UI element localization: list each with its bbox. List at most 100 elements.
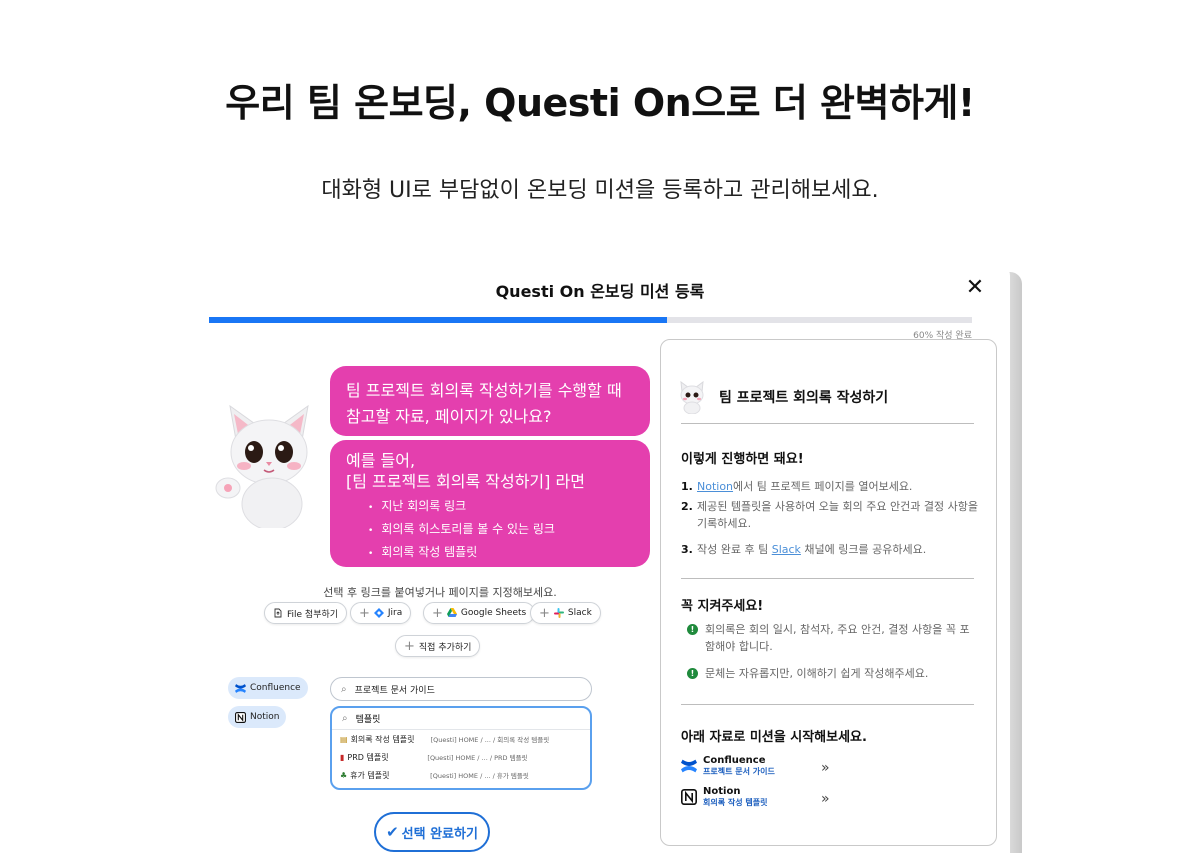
search-result-row[interactable]: ▤ 회의록 작성 템플릿 [Questi] HOME / ... / 회의록 작…: [332, 730, 590, 748]
add-jira-button[interactable]: + Jira: [350, 602, 412, 624]
close-icon[interactable]: ✕: [962, 276, 988, 302]
result-path: [Questi] HOME / ... / 휴가 템플릿: [430, 772, 529, 780]
step-item: 1. Notion에서 팀 프로젝트 페이지를 열어보세요.: [681, 478, 981, 495]
search-icon: ⌕: [342, 713, 348, 724]
step-number: 2.: [681, 500, 693, 513]
notion-link[interactable]: Notion: [697, 480, 733, 493]
progress-fill: [209, 317, 667, 323]
file-attach-button[interactable]: File 첨부하기: [264, 602, 348, 624]
cat-avatar-icon: [680, 380, 704, 414]
panel-title: 팀 프로젝트 회의록 작성하기: [719, 390, 889, 406]
example-item: 회의록 히스토리를 볼 수 있는 링크: [368, 519, 634, 542]
alert-icon: !: [687, 624, 698, 635]
chat-bubble-example: 예를 들어, [팀 프로젝트 회의록 작성하기] 라면 지난 회의록 링크 회의…: [330, 440, 650, 567]
book-icon: ▮: [340, 752, 345, 762]
section-title-rules: 꼭 지켜주세요!: [681, 599, 764, 614]
mission-info-panel: 팀 프로젝트 회의록 작성하기 이렇게 진행하면 돼요! 1. Notion에서…: [660, 339, 997, 846]
notion-icon: [235, 711, 246, 723]
step-text-rest: 에서 팀 프로젝트 페이지를 열어보세요.: [733, 480, 913, 493]
page-subline: 대화형 UI로 부담없이 온보딩 미션을 등록하고 관리해보세요.: [321, 178, 879, 203]
resource-sub: 프로젝트 문서 가이드: [703, 767, 775, 776]
example-item: 회의록 작성 템플릿: [368, 542, 634, 565]
rule-text: 회의록은 회의 일시, 참석자, 주요 안건, 결정 사항을 꼭 포함해야 합니…: [705, 623, 970, 653]
file-attach-label: File 첨부하기: [287, 609, 339, 620]
chat-bubble-question: 팀 프로젝트 회의록 작성하기를 수행할 때 참고할 자료, 페이지가 있나요?: [330, 366, 650, 436]
notion-tag[interactable]: Notion: [228, 706, 287, 728]
resource-text: Notion 회의록 작성 템플릿: [703, 786, 767, 808]
section-title-steps: 이렇게 진행하면 돼요!: [681, 452, 804, 467]
slack-link[interactable]: Slack: [772, 543, 801, 556]
step-number: 3.: [681, 543, 693, 556]
step-number: 1.: [681, 480, 693, 493]
google-drive-icon: [446, 608, 457, 617]
example-line-2: [팀 프로젝트 회의록 작성하기] 라면: [346, 472, 585, 491]
step-text: 제공된 템플릿을 사용하여 오늘 회의 주요 안건과 결정 사항을 기록하세요.: [697, 500, 978, 530]
alert-icon: !: [687, 668, 698, 679]
add-slack-button[interactable]: + Slack: [530, 602, 601, 624]
resource-name: Notion: [703, 786, 741, 797]
step-text-rest: 채널에 링크를 공유하세요.: [800, 543, 927, 556]
panel-header: 팀 프로젝트 회의록 작성하기: [677, 380, 888, 414]
resource-name: Confluence: [703, 755, 766, 766]
result-name: 회의록 작성 템플릿: [350, 734, 415, 744]
example-list: 지난 회의록 링크 회의록 히스토리를 볼 수 있는 링크 회의록 작성 템플릿: [346, 496, 634, 565]
divider: [681, 704, 974, 705]
confluence-icon: [235, 683, 246, 693]
palm-icon: ♣: [340, 770, 348, 780]
search-result-row[interactable]: ▮ PRD 템플릿 [Questi] HOME / ... / PRD 템플릿: [332, 748, 590, 766]
example-line-1: 예를 들어,: [346, 451, 416, 470]
rule-text: 문체는 자유롭지만, 이해하기 쉽게 작성해주세요.: [705, 667, 929, 680]
plus-icon: +: [404, 638, 415, 654]
jira-label: Jira: [387, 608, 403, 618]
step-text-pre: 작성 완료 후 팀: [697, 543, 772, 556]
select-hint: 선택 후 링크를 붙여넣거나 페이지를 지정해보세요.: [323, 586, 557, 599]
add-google-sheets-button[interactable]: + Google Sheets: [423, 602, 536, 624]
add-direct-label: 직접 추가하기: [418, 642, 472, 653]
confluence-tag[interactable]: Confluence: [228, 677, 308, 699]
plus-icon: +: [359, 605, 370, 621]
page-headline: 우리 팀 온보딩, Questi On으로 더 완벽하게!: [225, 81, 975, 125]
step-text: 작성 완료 후 팀 Slack 채널에 링크를 공유하세요.: [697, 541, 926, 558]
resource-text: Confluence 프로젝트 문서 가이드: [703, 755, 775, 777]
resource-sub: 회의록 작성 템플릿: [703, 798, 768, 807]
confirm-selection-button[interactable]: ✔ 선택 완료하기: [374, 812, 490, 852]
notion-search-dropdown: ⌕ 템플릿 ▤ 회의록 작성 템플릿 [Questi] HOME / ... /…: [330, 706, 592, 790]
slack-label: Slack: [567, 608, 592, 618]
upload-file-icon: [274, 608, 282, 618]
chevron-double-right-icon[interactable]: »: [821, 791, 830, 807]
step-item: 2. 제공된 템플릿을 사용하여 오늘 회의 주요 안건과 결정 사항을 기록하…: [681, 498, 981, 532]
google-sheets-label: Google Sheets: [460, 608, 527, 618]
divider: [681, 578, 974, 579]
step-item: 3. 작성 완료 후 팀 Slack 채널에 링크를 공유하세요.: [681, 541, 981, 558]
mission-modal: Questi On 온보딩 미션 등록 ✕ 60% 작성 완료 팀 프로젝트 회…: [190, 262, 1010, 853]
search-result-row[interactable]: ♣ 휴가 템플릿 [Questi] HOME / ... / 휴가 템플릿: [332, 766, 590, 784]
cat-mascot-icon: [215, 404, 309, 528]
memo-icon: ▤: [340, 734, 348, 744]
modal-shadow: [1008, 272, 1022, 853]
example-item: 지난 회의록 링크: [368, 496, 634, 519]
notion-icon: [681, 789, 697, 805]
confirm-selection-label: 선택 완료하기: [401, 826, 478, 842]
plus-icon: +: [539, 605, 550, 621]
section-title-resources: 아래 자료로 미션을 시작해보세요.: [681, 730, 867, 745]
add-direct-button[interactable]: + 직접 추가하기: [395, 635, 481, 657]
rule-item: ! 회의록은 회의 일시, 참석자, 주요 안건, 결정 사항을 꼭 포함해야 …: [687, 621, 977, 655]
notion-tag-label: Notion: [250, 712, 280, 722]
rule-item: ! 문체는 자유롭지만, 이해하기 쉽게 작성해주세요.: [687, 665, 977, 682]
confluence-tag-label: Confluence: [250, 683, 301, 693]
slack-icon: [553, 608, 564, 618]
chevron-double-right-icon[interactable]: »: [821, 760, 830, 776]
result-path: [Questi] HOME / ... / PRD 템플릿: [427, 754, 528, 762]
check-icon: ✔: [386, 823, 399, 841]
result-name: PRD 템플릿: [347, 752, 389, 762]
notion-search-input[interactable]: ⌕ 템플릿: [332, 708, 590, 730]
notion-search-value: 템플릿: [355, 715, 381, 725]
jira-icon: [373, 608, 384, 618]
search-icon: ⌕: [341, 683, 347, 695]
step-text: Notion에서 팀 프로젝트 페이지를 열어보세요.: [697, 478, 912, 495]
confluence-icon: [681, 759, 697, 773]
plus-icon: +: [432, 605, 443, 621]
divider: [681, 423, 974, 424]
confluence-search-value: 프로젝트 문서 가이드: [354, 685, 435, 696]
confluence-search-input[interactable]: ⌕ 프로젝트 문서 가이드: [330, 677, 592, 701]
